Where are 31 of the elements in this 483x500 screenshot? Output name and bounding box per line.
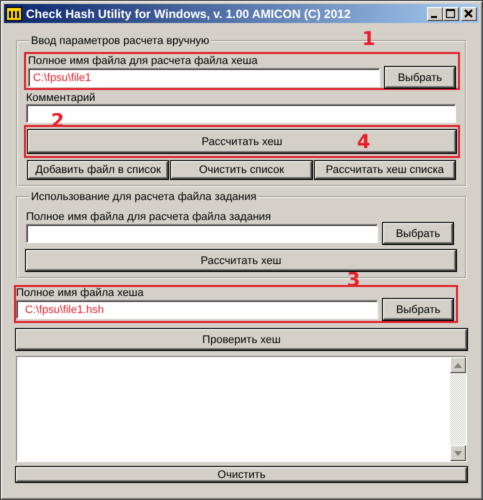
app-icon xyxy=(6,6,22,20)
window-title: Check Hash Utility for Windows, v. 1.00 AMICON (C) 2012 xyxy=(26,6,352,20)
maximize-button[interactable] xyxy=(443,6,459,20)
browse-button[interactable]: Выбрать xyxy=(383,223,453,244)
verify-button[interactable]: Проверить хеш xyxy=(16,329,467,350)
scroll-down-icon[interactable] xyxy=(450,445,466,461)
browse-button[interactable]: Выбрать xyxy=(383,299,453,320)
group-title: Использование для расчета файла задания xyxy=(30,191,258,203)
field-label: Полное имя файла для расчета файла хеша xyxy=(28,55,259,67)
maximize-icon xyxy=(446,8,456,18)
group-title: Ввод параметров расчета вручную xyxy=(30,35,210,47)
list-button[interactable]: Добавить файл в список xyxy=(28,161,168,179)
input-field[interactable] xyxy=(26,224,378,243)
scrollbar[interactable] xyxy=(450,357,466,461)
browse-button[interactable]: Выбрать xyxy=(385,67,455,88)
close-icon xyxy=(464,8,474,18)
callout-number: 1 xyxy=(362,30,376,49)
calculate-button[interactable]: Рассчитать хеш xyxy=(26,250,456,271)
callout-number: 4 xyxy=(357,133,370,152)
input-field[interactable]: C:\fpsu\file1 xyxy=(28,68,380,87)
list-button[interactable]: Очистить список xyxy=(171,161,312,179)
list-button[interactable]: Рассчитать хеш списка xyxy=(314,161,455,179)
field-label: Полное имя файла для расчета файла задания xyxy=(26,211,272,223)
scroll-up-icon[interactable] xyxy=(450,357,466,373)
field-label: Комментарий xyxy=(26,92,96,104)
clear-button[interactable]: Очистить xyxy=(16,467,467,482)
minimize-icon xyxy=(431,16,437,18)
input-field[interactable]: C:\fpsu\file1.hsh xyxy=(16,300,378,319)
close-button[interactable] xyxy=(461,6,477,20)
minimize-button[interactable] xyxy=(427,6,443,20)
field-label: Полное имя файла хеша xyxy=(16,287,145,299)
